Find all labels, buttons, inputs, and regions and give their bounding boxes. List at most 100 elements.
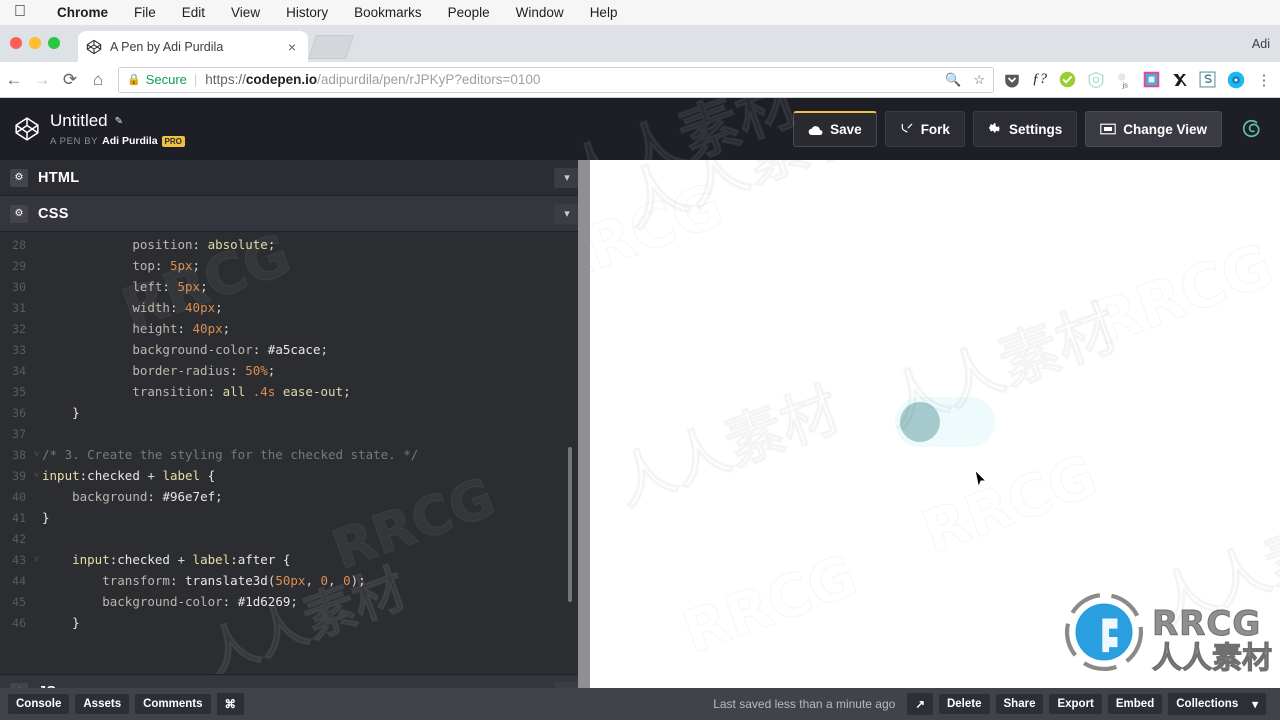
code-line[interactable]: 43 ˅ input:checked + label:after { <box>0 549 590 570</box>
chevron-down-icon[interactable]: ▾ <box>554 203 580 224</box>
comments-button[interactable]: Comments <box>135 694 211 714</box>
forward-button[interactable]: → <box>28 70 56 90</box>
minimize-window-button[interactable] <box>29 37 41 49</box>
eye-dropper-icon[interactable] <box>1226 70 1245 89</box>
code-line[interactable]: 44 transform: translate3d(50px, 0, 0); <box>0 570 590 591</box>
toggle-switch-knob[interactable] <box>900 402 940 442</box>
fork-button[interactable]: Fork <box>884 111 965 147</box>
menu-item-help[interactable]: Help <box>577 5 631 20</box>
font-inspector-icon[interactable]: ƒ? <box>1030 70 1049 89</box>
embed-button[interactable]: Embed <box>1107 694 1163 714</box>
gear-icon[interactable]: ⚙ <box>10 168 28 187</box>
code-line[interactable]: 42 <box>0 528 590 549</box>
extensions-strip: ƒ? js ⋮ <box>1002 70 1280 89</box>
menu-item-edit[interactable]: Edit <box>169 5 218 20</box>
preview-pane[interactable]: 人人素材 RRCG RRCG 人人素材 RRCG 人人素材 RRCG 人人素材 … <box>590 160 1280 688</box>
code-line[interactable]: 34 border-radius: 50%; <box>0 360 590 381</box>
apple-logo-icon[interactable]:  <box>14 3 26 20</box>
share-button[interactable]: Share <box>995 694 1044 714</box>
editor-resize-handle[interactable] <box>578 160 590 690</box>
code-line[interactable]: 29 top: 5px; <box>0 255 590 276</box>
line-number: 42 <box>12 531 26 546</box>
code-line[interactable]: 30 left: 5px; <box>0 276 590 297</box>
code-fold-icon[interactable]: ˅ <box>34 554 42 565</box>
close-tab-button[interactable]: × <box>284 40 300 54</box>
code-line[interactable]: 46 } <box>0 612 590 633</box>
code-token: ; <box>215 489 223 504</box>
code-line[interactable]: 38 ˅/* 3. Create the styling for the chec… <box>0 444 590 465</box>
menu-item-window[interactable]: Window <box>503 5 577 20</box>
code-token: background <box>72 489 148 504</box>
code-line[interactable]: 32 height: 40px; <box>0 318 590 339</box>
code-line[interactable]: 40 background: #96e7ef; <box>0 486 590 507</box>
browser-profile-name[interactable]: Adi <box>1252 37 1270 51</box>
zoom-out-icon[interactable]: 🔍 <box>945 72 961 88</box>
menu-item-bookmarks[interactable]: Bookmarks <box>341 5 435 20</box>
export-button[interactable]: Export <box>1049 694 1102 714</box>
code-line[interactable]: 35 transition: all .4s ease-out; <box>0 381 590 402</box>
gear-icon[interactable]: ⚙ <box>10 204 28 223</box>
code-token: transition <box>132 384 208 399</box>
close-window-button[interactable] <box>10 37 22 49</box>
codepen-logo-icon[interactable] <box>14 116 40 142</box>
os-menu-bar:  Chrome File Edit View History Bookmark… <box>0 0 1280 26</box>
delete-button[interactable]: Delete <box>938 694 990 714</box>
code-line[interactable]: 37 <box>0 423 590 444</box>
code-fold-icon[interactable]: ˅ <box>34 470 42 481</box>
pocket-icon[interactable] <box>1002 70 1021 89</box>
code-line[interactable]: 33 background-color: #a5cace; <box>0 339 590 360</box>
code-line[interactable]: 45 background-color: #1d6269; <box>0 591 590 612</box>
line-number: 39 <box>12 468 26 483</box>
code-fold-icon[interactable]: ˅ <box>34 449 42 460</box>
back-button[interactable]: ← <box>0 70 28 90</box>
code-line[interactable]: 31 width: 40px; <box>0 297 590 318</box>
chevron-down-icon[interactable]: ▾ <box>554 167 580 188</box>
privacy-badger-icon[interactable] <box>1086 70 1105 89</box>
browser-tab-active[interactable]: A Pen by Adi Purdila × <box>78 31 308 62</box>
code-line[interactable]: 39 ˅ input:checked + label { <box>0 465 590 486</box>
settings-button[interactable]: Settings <box>972 111 1078 147</box>
reload-button[interactable]: ⟳ <box>56 70 84 90</box>
save-button[interactable]: Save <box>793 111 877 147</box>
code-line[interactable]: 28 position: absolute; <box>0 234 590 255</box>
maximize-window-button[interactable] <box>48 37 60 49</box>
stylish-icon[interactable] <box>1198 70 1217 89</box>
code-line[interactable]: 36 } <box>0 402 590 423</box>
code-token: 40px <box>185 300 216 315</box>
pen-title[interactable]: Untitled <box>50 111 108 131</box>
change-view-button[interactable]: Change View <box>1085 111 1222 147</box>
wappalyzer-icon[interactable] <box>1170 70 1189 89</box>
menu-item-view[interactable]: View <box>218 5 273 20</box>
panel-header-css[interactable]: ⚙ CSS ▾ <box>0 196 590 232</box>
menu-item-people[interactable]: People <box>435 5 503 20</box>
watermark-latin: RRCG <box>913 441 1106 567</box>
console-button[interactable]: Console <box>8 694 70 714</box>
check-shield-icon[interactable] <box>1058 70 1077 89</box>
kebab-menu-icon[interactable]: ⋮ <box>1254 71 1274 89</box>
spiral-icon[interactable] <box>1236 114 1266 144</box>
css-code-area[interactable]: 28 position: absolute; 29 top: 5px; 30 lef… <box>0 232 590 674</box>
collections-label: Collections <box>1176 698 1239 710</box>
js-toggle-icon[interactable]: js <box>1114 70 1133 89</box>
colorzilla-icon[interactable] <box>1142 70 1161 89</box>
pencil-icon[interactable]: ✎ <box>115 116 123 127</box>
collections-button[interactable]: Collections ▾ <box>1168 693 1266 715</box>
code-line[interactable]: 41} <box>0 507 590 528</box>
address-bar[interactable]: 🔒 Secure | https://codepen.io/adipurdila… <box>118 66 994 93</box>
panel-header-html[interactable]: ⚙ HTML ▾ <box>0 160 590 196</box>
external-link-icon[interactable]: ↗ <box>907 693 933 715</box>
code-token: } <box>72 615 80 630</box>
star-icon[interactable]: ☆ <box>973 72 985 88</box>
code-token: : <box>207 384 223 399</box>
browser-tab-inactive[interactable] <box>308 35 354 59</box>
menu-item-chrome[interactable]: Chrome <box>44 5 121 20</box>
code-scrollbar[interactable] <box>568 447 572 602</box>
home-button[interactable]: ⌂ <box>84 70 112 90</box>
assets-button[interactable]: Assets <box>75 694 130 714</box>
code-lines[interactable]: 28 position: absolute; 29 top: 5px; 30 lef… <box>0 234 590 633</box>
pen-author[interactable]: Adi Purdila <box>102 135 157 147</box>
menu-item-history[interactable]: History <box>273 5 341 20</box>
code-token: position <box>132 237 193 252</box>
shortcuts-button[interactable]: ⌘ <box>216 693 245 715</box>
menu-item-file[interactable]: File <box>121 5 169 20</box>
